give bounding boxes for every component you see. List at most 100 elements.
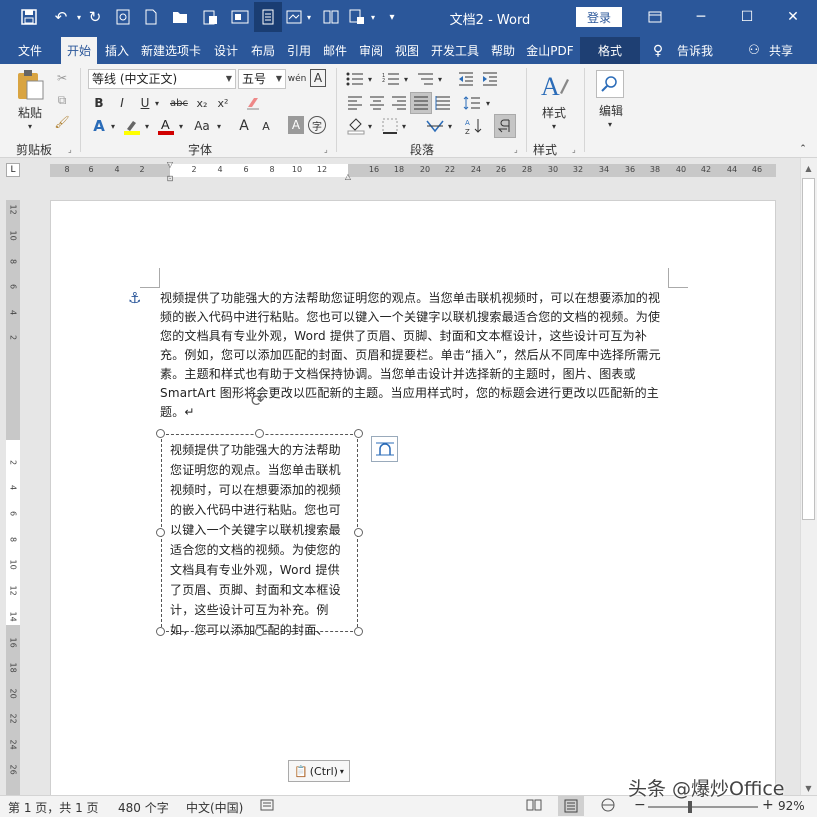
scroll-down-icon[interactable]: ▼ — [802, 782, 815, 794]
grow-font-button[interactable]: A — [236, 116, 252, 136]
text-effects-icon[interactable]: A — [90, 116, 108, 136]
font-color-icon[interactable]: A — [156, 116, 176, 136]
strikethrough-button[interactable]: abc — [168, 94, 190, 112]
rotate-handle-icon[interactable]: ⟳ — [251, 391, 264, 410]
justify-icon[interactable] — [410, 92, 432, 114]
align-center-icon[interactable] — [368, 94, 386, 112]
subscript-button[interactable]: x₂ — [193, 94, 211, 112]
format-dropdown-icon[interactable]: ▾ — [368, 6, 378, 28]
phonetic-guide-icon[interactable]: wén — [288, 69, 307, 89]
read-mode-icon[interactable] — [254, 2, 282, 32]
chinese-layout-dropdown-icon[interactable]: ▾ — [446, 116, 454, 136]
shrink-font-button[interactable]: A — [258, 116, 274, 136]
superscript-button[interactable]: x² — [214, 94, 232, 112]
minimize-icon[interactable]: ─ — [678, 0, 724, 34]
text-effects-dropdown-icon[interactable]: ▾ — [108, 116, 118, 136]
font-name-select[interactable]: 等线 (中文正文) ▼ — [88, 69, 236, 89]
maximize-icon[interactable]: ☐ — [724, 0, 770, 34]
font-launcher-icon[interactable]: ⌟ — [324, 145, 328, 154]
resize-handle[interactable] — [354, 627, 363, 636]
italic-button[interactable]: I — [115, 94, 129, 112]
tell-me-box[interactable]: 告诉我 — [670, 37, 720, 64]
show-marks-icon[interactable] — [494, 114, 516, 138]
borders-dropdown-icon[interactable]: ▾ — [400, 116, 408, 136]
paste-big-icon[interactable] — [12, 68, 48, 102]
line-spacing-dropdown-icon[interactable]: ▾ — [484, 94, 492, 112]
save-icon[interactable] — [16, 6, 42, 28]
resize-handle[interactable] — [354, 528, 363, 537]
editing-dropdown-icon[interactable]: ▾ — [604, 119, 616, 129]
tab-format[interactable]: 格式 — [580, 37, 640, 64]
first-line-indent-marker[interactable]: ▽ — [164, 160, 176, 169]
numbering-dropdown-icon[interactable]: ▾ — [402, 70, 410, 88]
zoom-slider[interactable] — [648, 806, 758, 808]
page-count[interactable]: 第 1 页，共 1 页 — [8, 799, 99, 816]
resize-handle[interactable] — [255, 429, 264, 438]
enclose-char-button[interactable]: 字 — [308, 116, 326, 134]
decrease-indent-icon[interactable] — [456, 70, 476, 88]
close-icon[interactable]: ✕ — [770, 0, 816, 34]
new-doc-icon[interactable] — [140, 6, 162, 28]
char-shading-button[interactable]: A — [288, 116, 304, 134]
cut-icon[interactable]: ✂ — [54, 70, 70, 86]
paste-icon[interactable] — [198, 6, 222, 28]
screenshot-icon[interactable] — [228, 6, 252, 28]
styles-dropdown-icon[interactable]: ▾ — [548, 121, 560, 131]
styles-button-label[interactable]: 样式 — [536, 104, 572, 120]
resize-handle[interactable] — [156, 627, 165, 636]
share-button[interactable]: 共享 — [764, 37, 798, 64]
zoom-level[interactable]: 92% — [778, 799, 805, 813]
right-indent-marker[interactable]: △ — [342, 171, 354, 181]
web-layout-view-icon[interactable] — [600, 798, 616, 815]
tab-help[interactable]: 帮助 — [486, 37, 520, 64]
redo-icon[interactable]: ↻ — [84, 6, 106, 28]
tab-selector-icon[interactable]: L — [6, 163, 20, 177]
tab-home[interactable]: 开始 — [61, 37, 97, 64]
char-border-icon[interactable]: A — [310, 69, 326, 87]
word-count[interactable]: 480 个字 — [118, 799, 169, 816]
resize-handle[interactable] — [255, 627, 264, 636]
editing-button-label[interactable]: 编辑 — [594, 102, 628, 118]
highlight-icon[interactable] — [122, 116, 142, 136]
undo-icon[interactable]: ↶ — [48, 6, 74, 28]
numbering-icon[interactable]: 12 — [380, 70, 402, 88]
distributed-icon[interactable] — [434, 94, 452, 112]
tab-design[interactable]: 设计 — [208, 37, 244, 64]
line-spacing-icon[interactable] — [462, 94, 482, 112]
sort-icon[interactable]: AZ — [464, 116, 484, 136]
font-size-select[interactable]: 五号 ▼ — [238, 69, 286, 89]
body-paragraph[interactable]: 视频提供了功能强大的方法帮助您证明您的观点。当您单击联机视频时，可以在想要添加的… — [160, 289, 670, 422]
change-case-dropdown-icon[interactable]: ▾ — [214, 116, 224, 136]
tab-kingsoft-pdf[interactable]: 金山PDF — [522, 37, 578, 64]
macro-record-icon[interactable] — [260, 798, 274, 815]
shading-icon[interactable] — [346, 116, 366, 136]
tab-mailings[interactable]: 邮件 — [318, 37, 352, 64]
print-preview-icon[interactable] — [112, 6, 134, 28]
bold-button[interactable]: B — [92, 94, 106, 112]
clear-format-icon[interactable] — [244, 94, 262, 112]
scroll-up-icon[interactable]: ▲ — [802, 162, 815, 174]
change-case-button[interactable]: Aa — [190, 116, 214, 136]
highlight-dropdown-icon[interactable]: ▾ — [142, 116, 152, 136]
tab-review[interactable]: 审阅 — [354, 37, 388, 64]
compare-icon[interactable] — [320, 6, 342, 28]
horizontal-ruler[interactable] — [50, 164, 776, 177]
layout-options-icon[interactable] — [371, 436, 398, 462]
paste-options-button[interactable]: 📋 (Ctrl) ▾ — [288, 760, 350, 782]
format-painter-icon[interactable]: 🖌 — [54, 114, 70, 130]
tab-file[interactable]: 文件 — [8, 37, 52, 64]
paste-button-label[interactable]: 粘贴 — [12, 104, 48, 120]
undo-dropdown-icon[interactable]: ▾ — [74, 6, 84, 28]
chinese-layout-icon[interactable] — [424, 116, 446, 136]
multilevel-dropdown-icon[interactable]: ▾ — [436, 70, 444, 88]
tab-developer[interactable]: 开发工具 — [426, 37, 484, 64]
borders-icon[interactable] — [380, 116, 400, 136]
format-painter-qa-icon[interactable] — [346, 6, 368, 28]
text-box-content[interactable]: 视频提供了功能强大的方法帮助您证明您的观点。当您单击联机视频时，可以在想要添加的… — [170, 440, 352, 640]
tab-new[interactable]: 新建选项卡 — [138, 37, 204, 64]
copy-icon[interactable]: ⧉ — [54, 92, 70, 108]
paste-dropdown-icon[interactable]: ▾ — [24, 121, 36, 131]
resize-handle[interactable] — [156, 429, 165, 438]
left-indent-marker[interactable]: ⊡ — [164, 172, 176, 184]
styles-launcher-icon[interactable]: ⌟ — [572, 145, 576, 154]
